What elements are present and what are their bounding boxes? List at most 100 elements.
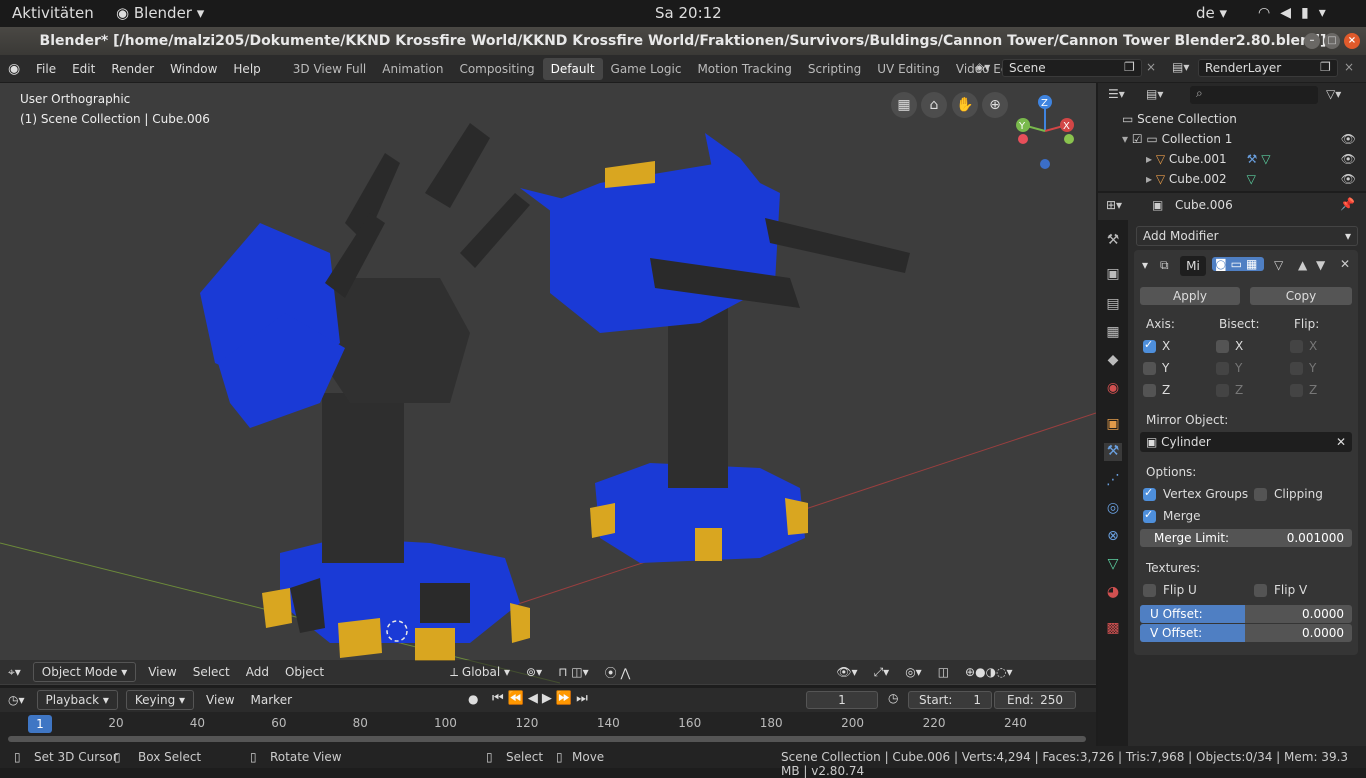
modifier-visibility-icons[interactable]: ◙▭▦ [1212, 257, 1265, 271]
axis-y-checkbox[interactable] [1143, 362, 1156, 375]
modifier-tab-icon[interactable]: ⚒ [1104, 443, 1122, 461]
physics-tab-icon[interactable]: ◎ [1104, 500, 1122, 518]
constraints-tab-icon[interactable]: ⊗ [1104, 528, 1122, 546]
outliner-scene-collection[interactable]: ▭ Scene Collection [1100, 109, 1366, 129]
viewport-scene[interactable] [0, 83, 1096, 685]
proportional-edit-icon[interactable]: ⦿ ⋀ [597, 661, 639, 684]
tab-scripting[interactable]: Scripting [800, 58, 869, 80]
scene-selector-icon[interactable]: ◈▾ [975, 60, 990, 74]
timeline-editor-icon[interactable]: ◷▾ [0, 690, 33, 710]
bisect-x-checkbox[interactable] [1216, 340, 1229, 353]
orientation-dropdown[interactable]: ⟂ Global ▾ [442, 662, 518, 683]
outliner-search-input[interactable]: ⌕ [1190, 86, 1318, 104]
flip-v-checkbox[interactable] [1254, 584, 1267, 597]
playback-controls[interactable]: ⏮⏪◀▶⏩⏭ [492, 691, 592, 706]
copy-button[interactable]: Copy [1250, 287, 1352, 305]
app-menu[interactable]: ◉ Blender ▾ [116, 4, 204, 22]
modifier-name-field[interactable]: Mi [1180, 256, 1206, 276]
eye-icon[interactable]: 👁 [1341, 169, 1356, 189]
visibility-icon[interactable]: 👁▾ [828, 662, 865, 682]
eye-icon[interactable]: 👁 [1341, 129, 1356, 149]
tab-3d-view-full[interactable]: 3D View Full [285, 58, 375, 80]
filter-icon[interactable]: ▽▾ [1326, 87, 1341, 101]
viewport-select-menu[interactable]: Select [185, 662, 238, 682]
data-tab-icon[interactable]: ▽ [1104, 556, 1122, 574]
outliner-item-cube-001[interactable]: ▸ ▽ Cube.001 ⚒ ▽ 👁 [1100, 149, 1366, 169]
outliner-item-cube-002[interactable]: ▸ ▽ Cube.002 ▽ 👁 [1100, 169, 1366, 189]
collection-checkbox-icon[interactable]: ☑ [1132, 132, 1147, 146]
system-tray[interactable]: ◠◀▮▾ [1258, 5, 1336, 21]
scene-copy-icon[interactable]: ❐ [1124, 60, 1135, 74]
snap-icon[interactable]: ⊓ ◫▾ [550, 662, 597, 682]
timeline[interactable]: 1 20 40 60 80 100 120 140 160 180 200 220 240 [0, 712, 1096, 746]
object-mode-dropdown[interactable]: Object Mode ▾ [32, 662, 137, 682]
tab-default[interactable]: Default [542, 57, 603, 80]
tool-tab-icon[interactable]: ⚒ [1104, 232, 1122, 250]
mesh-display-icon[interactable]: ▽ [1274, 258, 1283, 272]
pan-hand-icon[interactable]: ✋ [952, 92, 978, 118]
end-frame-field[interactable]: End: 250 [994, 691, 1076, 709]
navigation-gizmo[interactable]: Z X Y [1005, 93, 1085, 183]
object-tab-icon[interactable]: ▣ [1104, 416, 1122, 434]
pin-icon[interactable]: 📌 [1340, 197, 1355, 211]
move-up-icon[interactable]: ▲ [1298, 258, 1307, 272]
viewport-view-menu[interactable]: View [140, 662, 184, 682]
keying-menu[interactable]: Keying ▾ [125, 690, 195, 710]
grid-view-icon[interactable]: ▦ [891, 92, 917, 118]
overlay-toggle-icon[interactable]: ◎▾ [897, 662, 930, 682]
render-layer-field[interactable]: RenderLayer [1198, 59, 1338, 77]
menu-window[interactable]: Window [162, 62, 225, 76]
editor-type-icon[interactable]: ⌖▾ [0, 662, 29, 683]
vertex-groups-checkbox[interactable] [1143, 486, 1156, 501]
tab-compositing[interactable]: Compositing [451, 58, 542, 80]
axis-z-checkbox[interactable] [1143, 384, 1156, 397]
timeline-view-menu[interactable]: View [198, 690, 242, 710]
bisect-y-checkbox[interactable] [1216, 362, 1229, 375]
language-indicator[interactable]: de ▾ [1196, 4, 1227, 22]
viewport-add-menu[interactable]: Add [238, 662, 277, 682]
tab-motion-tracking[interactable]: Motion Tracking [689, 58, 799, 80]
timeline-scrollbar[interactable] [8, 736, 1086, 742]
outliner-editor-icon[interactable]: ☰▾ [1108, 87, 1125, 101]
material-tab-icon[interactable]: ◕ [1104, 584, 1122, 602]
texture-tab-icon[interactable]: ▩ [1104, 620, 1122, 638]
shading-modes-icon[interactable]: ⊕●◑◌▾ [957, 662, 1021, 682]
current-frame-field[interactable]: 1 [806, 691, 878, 709]
view-layer-tab-icon[interactable]: ▦ [1104, 324, 1122, 342]
clipping-checkbox[interactable] [1254, 488, 1267, 501]
u-offset-slider[interactable]: U Offset: 0.0000 [1140, 605, 1352, 623]
scene-tab-icon[interactable]: ◆ [1104, 352, 1122, 370]
move-down-icon[interactable]: ▼ [1316, 258, 1325, 272]
zoom-icon[interactable]: ⊕ [982, 92, 1008, 118]
output-tab-icon[interactable]: ▤ [1104, 296, 1122, 314]
activities-button[interactable]: Aktivitäten [12, 4, 94, 22]
camera-view-icon[interactable]: ⌂ [921, 92, 947, 118]
render-tab-icon[interactable]: ▣ [1104, 266, 1122, 284]
render-layer-close-icon[interactable]: × [1344, 60, 1354, 74]
menu-file[interactable]: File [28, 62, 64, 76]
world-tab-icon[interactable]: ◉ [1104, 380, 1122, 398]
tab-game-logic[interactable]: Game Logic [603, 58, 690, 80]
apply-button[interactable]: Apply [1140, 287, 1240, 305]
clear-field-icon[interactable]: ✕ [1336, 432, 1346, 452]
outliner-collection-1[interactable]: ▾ ☑ ▭ Collection 1 👁 [1100, 129, 1366, 149]
close-button[interactable]: × [1344, 33, 1360, 49]
3d-viewport[interactable]: User Orthographic (1) Scene Collection |… [0, 83, 1096, 685]
merge-checkbox[interactable] [1143, 508, 1156, 523]
start-frame-field[interactable]: Start: 1 [908, 691, 992, 709]
playback-menu[interactable]: Playback ▾ [36, 690, 118, 710]
flip-z-checkbox[interactable] [1290, 384, 1303, 397]
maximize-button[interactable]: □ [1324, 33, 1340, 49]
menu-edit[interactable]: Edit [64, 62, 103, 76]
blender-logo-icon[interactable]: ◉ [8, 61, 28, 77]
eye-icon[interactable]: 👁 [1341, 149, 1356, 169]
scene-name-field[interactable]: Scene [1002, 59, 1142, 77]
display-mode-icon[interactable]: ▤▾ [1146, 87, 1163, 101]
properties-editor-icon[interactable]: ⊞▾ [1106, 198, 1122, 212]
flip-x-checkbox[interactable] [1290, 340, 1303, 353]
mirror-object-field[interactable]: ▣ Cylinder ✕ [1140, 432, 1352, 452]
menu-help[interactable]: Help [225, 62, 268, 76]
axis-x-checkbox[interactable] [1143, 338, 1156, 353]
add-modifier-dropdown[interactable]: Add Modifier ▾ [1136, 226, 1358, 246]
scene-close-icon[interactable]: × [1146, 60, 1156, 74]
